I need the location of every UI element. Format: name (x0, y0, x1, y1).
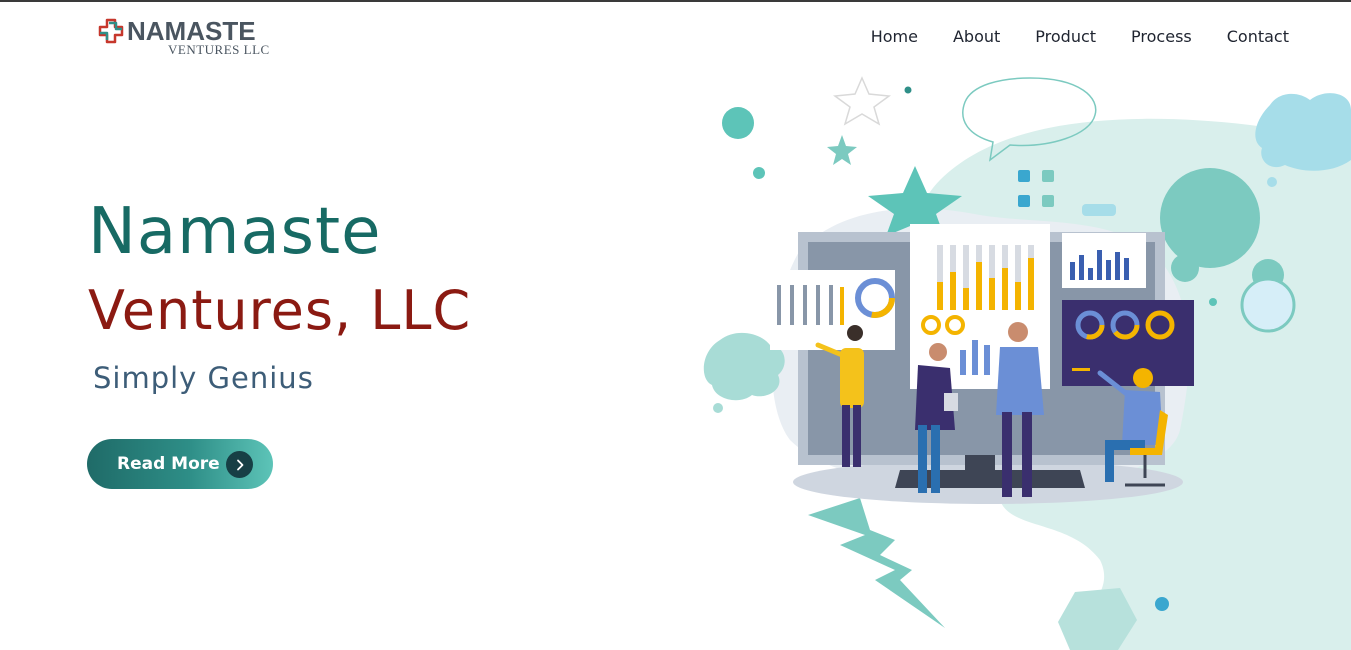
read-more-button[interactable]: Read More (87, 439, 273, 489)
nav-home[interactable]: Home (871, 27, 918, 46)
cross-logo-icon (98, 18, 124, 44)
hero-title-line1: Namaste (88, 195, 382, 269)
chevron-right-icon (226, 451, 253, 478)
nav-contact[interactable]: Contact (1227, 27, 1289, 46)
hero-title-line2: Ventures, LLC (88, 279, 472, 342)
brand-subtitle: VENTURES LLC (168, 42, 270, 57)
read-more-label: Read More (117, 454, 220, 474)
brand-logo[interactable]: NAMASTE VENTURES LLC (98, 16, 278, 58)
main-nav: Home About Product Process Contact (836, 27, 1289, 46)
business-analytics-team-illustration (703, 76, 1351, 650)
nav-product[interactable]: Product (1035, 27, 1096, 46)
nav-process[interactable]: Process (1131, 27, 1192, 46)
hero-tagline: Simply Genius (93, 361, 314, 395)
top-border (0, 0, 1351, 2)
nav-about[interactable]: About (953, 27, 1000, 46)
